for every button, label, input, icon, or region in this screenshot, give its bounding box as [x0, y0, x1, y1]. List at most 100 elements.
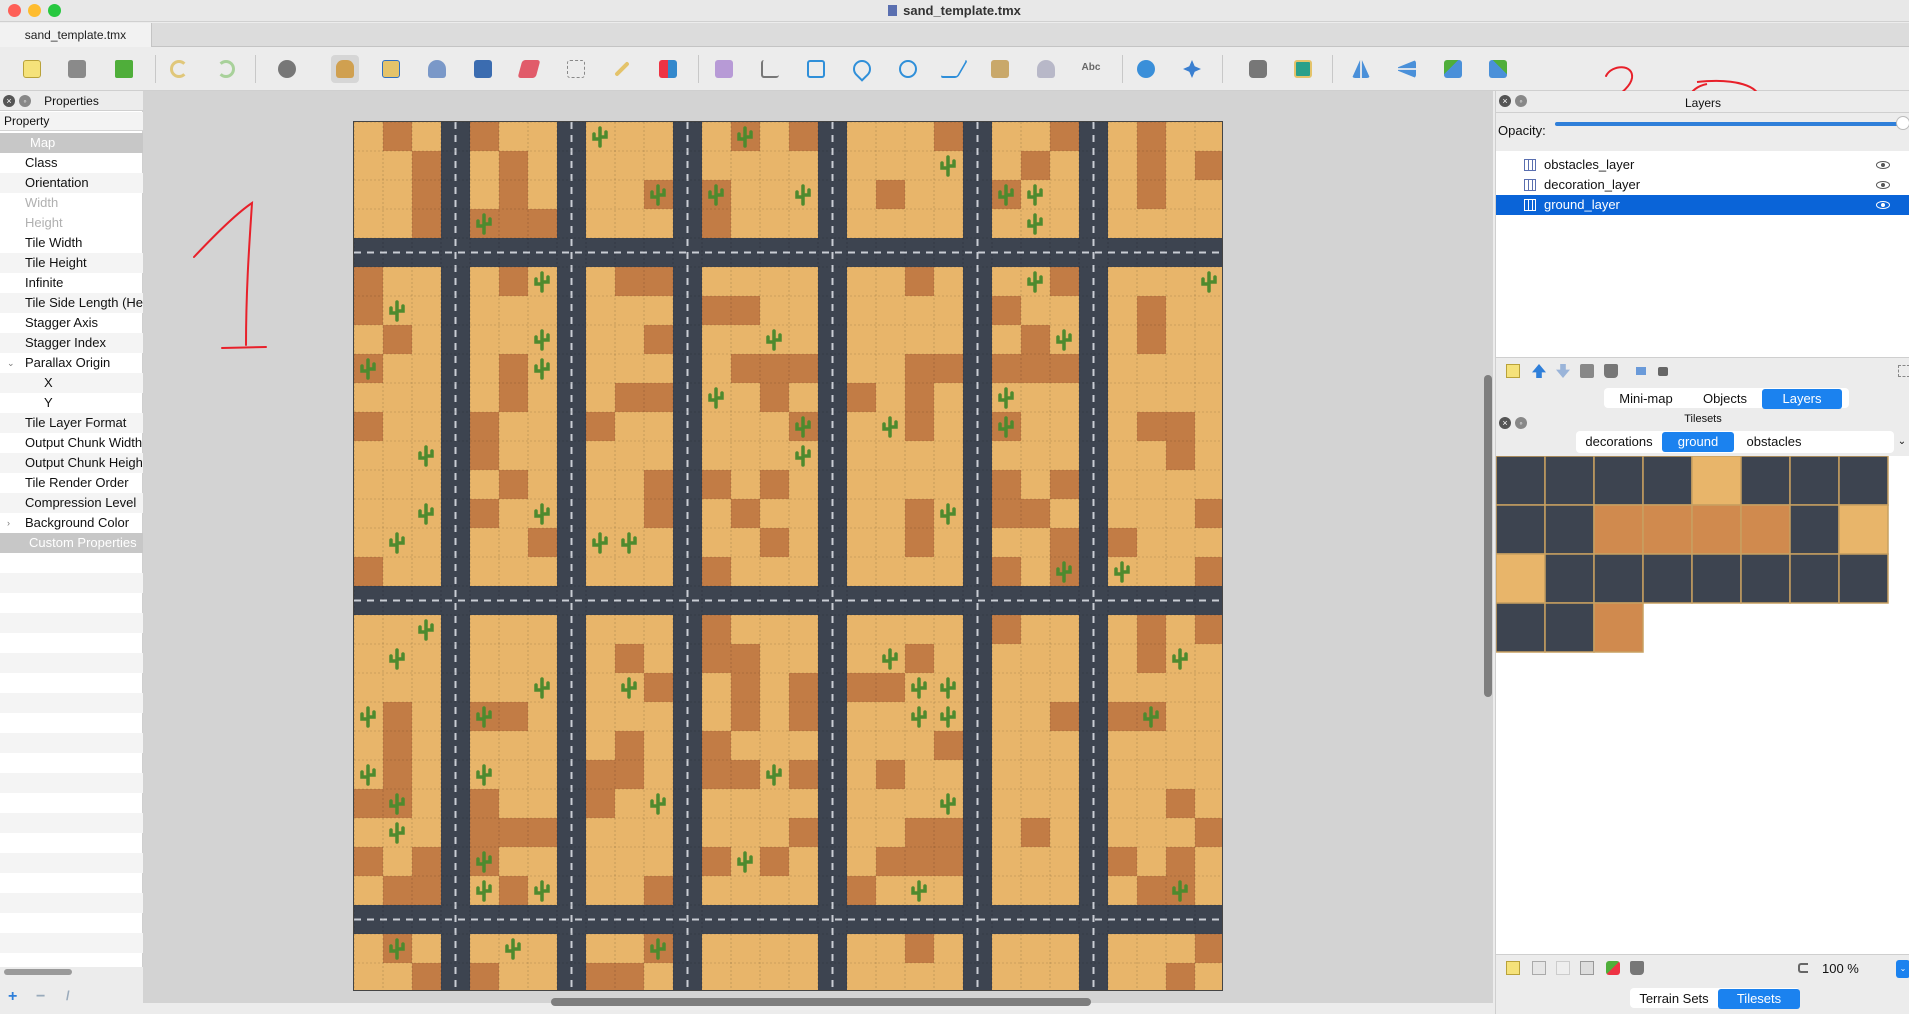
- tileset-tile[interactable]: [1593, 504, 1644, 555]
- tileset-tile[interactable]: [1789, 504, 1840, 555]
- tileset-tile[interactable]: [1544, 455, 1595, 506]
- opacity-slider[interactable]: [1555, 122, 1903, 126]
- map-canvas[interactable]: [143, 91, 1493, 1003]
- property-row[interactable]: Stagger Index: [0, 333, 143, 353]
- rectangle-select-icon[interactable]: [562, 55, 590, 83]
- tileset-tab-ground[interactable]: ground: [1662, 432, 1734, 452]
- rotate-right-icon[interactable]: [1484, 55, 1512, 83]
- property-row[interactable]: Custom Properties: [0, 533, 143, 553]
- add-property-icon[interactable]: +: [8, 988, 17, 1006]
- property-row[interactable]: Tile Height: [0, 253, 143, 273]
- property-row[interactable]: › Background Color: [0, 513, 143, 533]
- canvas-horizontal-scrollbar[interactable]: [551, 998, 1091, 1006]
- tab-terrain-sets[interactable]: Terrain Sets: [1630, 989, 1718, 1009]
- delete-layer-icon[interactable]: [1604, 364, 1618, 378]
- property-row[interactable]: Tile Side Length (He: [0, 293, 143, 313]
- tileset-tile[interactable]: [1789, 553, 1840, 604]
- remove-tileset-icon[interactable]: [1630, 961, 1644, 975]
- tileset-menu-chevron-down-icon[interactable]: ⌄: [1894, 433, 1909, 451]
- property-row[interactable]: Tile Layer Format: [0, 413, 143, 433]
- tileset-tile[interactable]: [1838, 504, 1889, 555]
- property-row[interactable]: Infinite: [0, 273, 143, 293]
- tile-map[interactable]: [353, 121, 1223, 991]
- toggle-other-layers-icon[interactable]: [1636, 367, 1646, 375]
- insert-rectangle-icon[interactable]: [802, 55, 830, 83]
- properties-scrollbar[interactable]: [4, 969, 72, 975]
- layer-item[interactable]: decoration_layer: [1496, 175, 1909, 195]
- property-row[interactable]: Tile Render Order: [0, 473, 143, 493]
- property-row[interactable]: Orientation: [0, 173, 143, 193]
- insert-tile-icon[interactable]: [986, 55, 1014, 83]
- tileset-view[interactable]: [1495, 455, 1909, 954]
- property-row[interactable]: Output Chunk Heigh: [0, 453, 143, 473]
- tileset-tile[interactable]: [1642, 455, 1693, 506]
- canvas-vertical-scrollbar[interactable]: [1484, 375, 1492, 697]
- tileset-tile[interactable]: [1691, 504, 1742, 555]
- flip-vertical-icon[interactable]: [1393, 55, 1421, 83]
- terrain-brush-icon[interactable]: [377, 55, 405, 83]
- remove-property-icon[interactable]: −: [36, 988, 45, 1006]
- lower-layer-icon[interactable]: [1556, 364, 1570, 378]
- tab-tilesets[interactable]: Tilesets: [1718, 989, 1800, 1009]
- new-file-icon[interactable]: [18, 55, 46, 83]
- property-row[interactable]: Height: [0, 213, 143, 233]
- shape-fill-icon[interactable]: [469, 55, 497, 83]
- layer-item[interactable]: obstacles_layer: [1496, 155, 1909, 175]
- property-row[interactable]: Map: [0, 133, 143, 153]
- eraser-icon[interactable]: [515, 55, 543, 83]
- duplicate-layer-icon[interactable]: [1580, 364, 1594, 378]
- tab-objects[interactable]: Objects: [1688, 389, 1762, 409]
- property-row[interactable]: X: [0, 373, 143, 393]
- undo-icon[interactable]: [165, 55, 193, 83]
- tileset-tile[interactable]: [1691, 553, 1742, 604]
- open-file-icon[interactable]: [63, 55, 91, 83]
- tileset-zoom-value[interactable]: 100 %: [1822, 961, 1859, 976]
- tileset-tile[interactable]: [1495, 504, 1546, 555]
- layer-options-icon[interactable]: [1898, 365, 1909, 377]
- world-tool-icon[interactable]: [273, 55, 301, 83]
- tileset-tile[interactable]: [1593, 455, 1644, 506]
- tileset-tab-obstacles[interactable]: obstacles: [1734, 432, 1814, 452]
- tileset-tile[interactable]: [1495, 553, 1546, 604]
- new-tileset-icon[interactable]: [1506, 961, 1520, 975]
- rename-property-icon[interactable]: /: [66, 988, 70, 1003]
- chevron-right-icon[interactable]: ›: [7, 513, 10, 533]
- select-same-tile-icon[interactable]: [654, 55, 682, 83]
- property-row[interactable]: ⌄ Parallax Origin: [0, 353, 143, 373]
- insert-template-icon[interactable]: [1032, 55, 1060, 83]
- tileset-tile[interactable]: [1642, 553, 1693, 604]
- insert-polygon-icon[interactable]: [939, 55, 969, 83]
- tileset-tile[interactable]: [1740, 455, 1791, 506]
- tileset-tile[interactable]: [1838, 553, 1889, 604]
- stamp-brush-icon[interactable]: [331, 55, 359, 83]
- tileset-tile[interactable]: [1691, 455, 1742, 506]
- edit-tileset-icon[interactable]: [1580, 961, 1594, 975]
- tileset-tile[interactable]: [1544, 504, 1595, 555]
- bucket-fill-icon[interactable]: [423, 55, 451, 83]
- property-row[interactable]: Class: [0, 153, 143, 173]
- insert-ellipse-icon[interactable]: [894, 55, 922, 83]
- visibility-eye-icon[interactable]: [1876, 161, 1890, 169]
- property-row[interactable]: Y: [0, 393, 143, 413]
- opacity-slider-knob[interactable]: [1896, 116, 1909, 130]
- tileset-tile[interactable]: [1544, 553, 1595, 604]
- property-row[interactable]: Width: [0, 193, 143, 213]
- tileset-tile[interactable]: [1740, 504, 1791, 555]
- property-row[interactable]: Output Chunk Width: [0, 433, 143, 453]
- new-layer-icon[interactable]: [1506, 364, 1520, 378]
- visibility-eye-icon[interactable]: [1876, 201, 1890, 209]
- tileset-tile[interactable]: [1495, 455, 1546, 506]
- tileset-terrain-icon[interactable]: [1606, 961, 1620, 975]
- export-tileset-icon[interactable]: [1556, 961, 1570, 975]
- tab-layers[interactable]: Layers: [1762, 389, 1842, 409]
- chevron-down-icon[interactable]: ⌄: [7, 353, 15, 373]
- tileset-tile[interactable]: [1593, 553, 1644, 604]
- flip-horizontal-icon[interactable]: [1347, 55, 1375, 83]
- dynamic-wrap-icon[interactable]: [1798, 963, 1808, 973]
- wang-fill-icon[interactable]: [1289, 55, 1317, 83]
- rotate-left-icon[interactable]: [1439, 55, 1467, 83]
- raise-layer-icon[interactable]: [1532, 364, 1546, 378]
- visibility-eye-icon[interactable]: [1876, 181, 1890, 189]
- tab-mini-map[interactable]: Mini-map: [1604, 389, 1688, 409]
- tileset-tile[interactable]: [1544, 602, 1595, 653]
